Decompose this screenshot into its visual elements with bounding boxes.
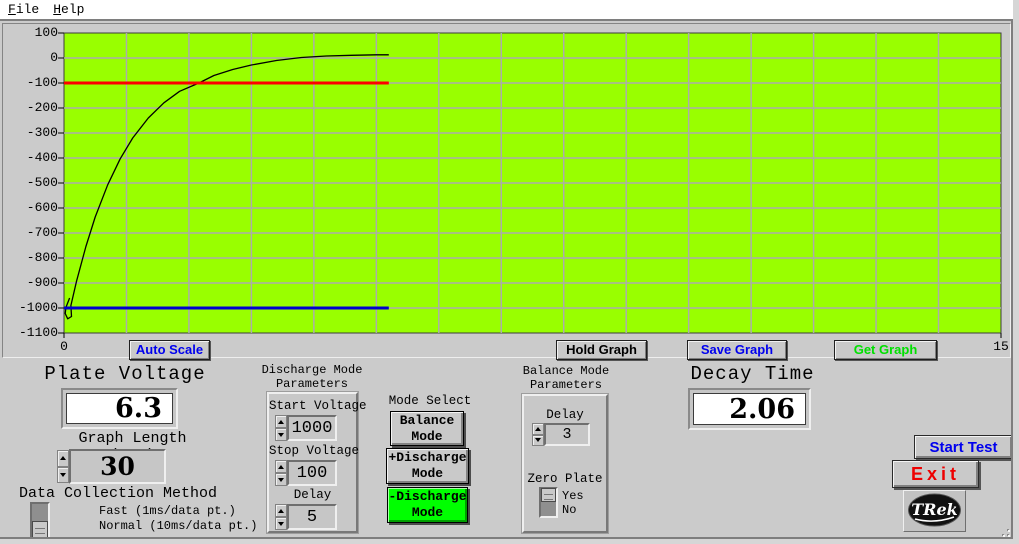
app-window: { "menu": { "items": [ { "key": "F", "re… bbox=[0, 0, 1019, 544]
graph-length-decrement-button[interactable] bbox=[57, 466, 69, 483]
decay-time-value: 2.06 bbox=[693, 393, 806, 425]
window-border-bottom bbox=[0, 539, 1013, 544]
balance-mode-button-line2: Mode bbox=[411, 428, 443, 444]
data-collection-method-switch[interactable] bbox=[30, 502, 50, 539]
zero-plate-option-yes: Yes bbox=[562, 489, 584, 503]
y-tick-label: -200 bbox=[26, 100, 58, 115]
positive-discharge-button-line2: Mode bbox=[411, 466, 444, 481]
graph-panel: 100 0 -100 -200 -300 -400 -500 -600 -700 -800 -900… bbox=[2, 23, 1011, 360]
plate-voltage-title: Plate Voltage bbox=[44, 363, 206, 385]
y-tick-label: -1000 bbox=[18, 300, 58, 315]
balance-params-title: Balance Mode Parameters bbox=[522, 364, 610, 392]
start-voltage-increment-button[interactable] bbox=[275, 415, 287, 428]
stop-voltage-increment-button[interactable] bbox=[275, 460, 287, 473]
y-tick-label: -300 bbox=[26, 125, 58, 140]
y-tick-label: -800 bbox=[26, 250, 58, 265]
discharge-delay-label: Delay bbox=[293, 488, 332, 502]
mode-select-label: Mode Select bbox=[388, 394, 472, 408]
stop-voltage-decrement-button[interactable] bbox=[275, 473, 287, 486]
y-tick-label: -900 bbox=[26, 275, 58, 290]
menu-bar: File Help bbox=[0, 0, 1019, 21]
menu-help-label: elp bbox=[61, 2, 85, 17]
balance-mode-button-line1: Balance bbox=[399, 412, 455, 428]
discharge-delay-field[interactable]: 5 bbox=[287, 504, 337, 530]
y-tick-label: 100 bbox=[34, 25, 58, 40]
window-border-right bbox=[1013, 0, 1019, 544]
auto-scale-button[interactable]: Auto Scale bbox=[129, 340, 210, 360]
discharge-delay-spinner bbox=[275, 504, 287, 530]
decay-time-title: Decay Time bbox=[690, 363, 815, 385]
negative-discharge-mode-button[interactable]: -Discharge Mode bbox=[387, 487, 468, 523]
zero-plate-option-no: No bbox=[562, 503, 577, 517]
balance-mode-button[interactable]: Balance Mode bbox=[390, 411, 464, 446]
zero-plate-switch-knob[interactable] bbox=[541, 488, 556, 503]
start-voltage-spinner bbox=[275, 415, 287, 441]
get-graph-button[interactable]: Get Graph bbox=[834, 340, 937, 360]
x-tick-label: 15 bbox=[993, 339, 1009, 354]
stop-voltage-label: Stop Voltage bbox=[269, 444, 360, 458]
menu-help-accesskey: H bbox=[53, 2, 62, 17]
negative-discharge-button-line1: -Discharge bbox=[388, 489, 467, 504]
plate-voltage-display: 6.3 bbox=[61, 388, 178, 429]
decay-time-display: 2.06 bbox=[688, 388, 811, 430]
graph-length-field[interactable]: 30 bbox=[69, 449, 166, 484]
start-voltage-label: Start Voltage bbox=[269, 399, 367, 413]
y-tick-label: 0 bbox=[50, 50, 58, 65]
menu-help[interactable]: Help bbox=[53, 2, 84, 17]
data-collection-option-normal: Normal (10ms/data pt.) bbox=[99, 519, 258, 533]
stop-voltage-spinner bbox=[275, 460, 287, 486]
data-collection-option-fast: Fast (1ms/data pt.) bbox=[99, 504, 236, 518]
trek-logo-icon: TRek bbox=[908, 493, 961, 527]
stop-voltage-field[interactable]: 100 bbox=[287, 460, 337, 486]
discharge-params-title: Discharge Mode Parameters bbox=[261, 363, 363, 391]
plate-voltage-value: 6.3 bbox=[66, 393, 173, 424]
graph-length-spinner bbox=[57, 450, 69, 483]
menu-file[interactable]: File bbox=[8, 2, 39, 17]
zero-plate-label: Zero Plate bbox=[527, 472, 603, 486]
start-voltage-decrement-button[interactable] bbox=[275, 428, 287, 441]
chart-canvas bbox=[58, 32, 1002, 338]
discharge-delay-decrement-button[interactable] bbox=[275, 517, 287, 530]
exit-button[interactable]: Exit bbox=[892, 460, 979, 488]
y-tick-label: -700 bbox=[26, 225, 58, 240]
y-tick-label: -100 bbox=[26, 75, 58, 90]
y-tick-label: -600 bbox=[26, 200, 58, 215]
graph-length-increment-button[interactable] bbox=[57, 450, 69, 467]
balance-delay-decrement-button[interactable] bbox=[532, 434, 544, 446]
discharge-params-panel: Start Voltage 1000 Stop Voltage 100 Dela… bbox=[267, 392, 367, 533]
data-collection-method-label: Data Collection Method bbox=[18, 485, 218, 502]
zero-plate-switch[interactable] bbox=[539, 487, 558, 518]
data-collection-switch-knob[interactable] bbox=[32, 520, 48, 538]
menu-file-label: ile bbox=[15, 2, 40, 17]
trek-logo-text: TRek bbox=[911, 500, 957, 519]
positive-discharge-mode-button[interactable]: +Discharge Mode bbox=[386, 448, 469, 484]
trek-logo-button[interactable]: TRek bbox=[903, 490, 966, 532]
positive-discharge-button-line1: +Discharge bbox=[388, 450, 467, 465]
negative-discharge-button-line2: Mode bbox=[411, 505, 444, 520]
start-test-button[interactable]: Start Test bbox=[914, 435, 1013, 459]
hold-graph-button[interactable]: Hold Graph bbox=[556, 340, 647, 360]
balance-delay-field[interactable]: 3 bbox=[544, 423, 590, 446]
balance-params-panel: Delay 3 Zero Plate Yes No bbox=[522, 394, 608, 533]
balance-delay-increment-button[interactable] bbox=[532, 423, 544, 435]
start-voltage-field[interactable]: 1000 bbox=[287, 415, 337, 441]
y-tick-label: -400 bbox=[26, 150, 58, 165]
x-tick-label: 0 bbox=[60, 339, 68, 354]
y-tick-label: -500 bbox=[26, 175, 58, 190]
y-tick-label: -1100 bbox=[18, 325, 58, 340]
menu-file-accesskey: F bbox=[8, 2, 16, 17]
save-graph-button[interactable]: Save Graph bbox=[687, 340, 787, 360]
balance-delay-label: Delay bbox=[546, 408, 584, 422]
balance-delay-spinner bbox=[532, 423, 544, 446]
discharge-delay-increment-button[interactable] bbox=[275, 504, 287, 517]
